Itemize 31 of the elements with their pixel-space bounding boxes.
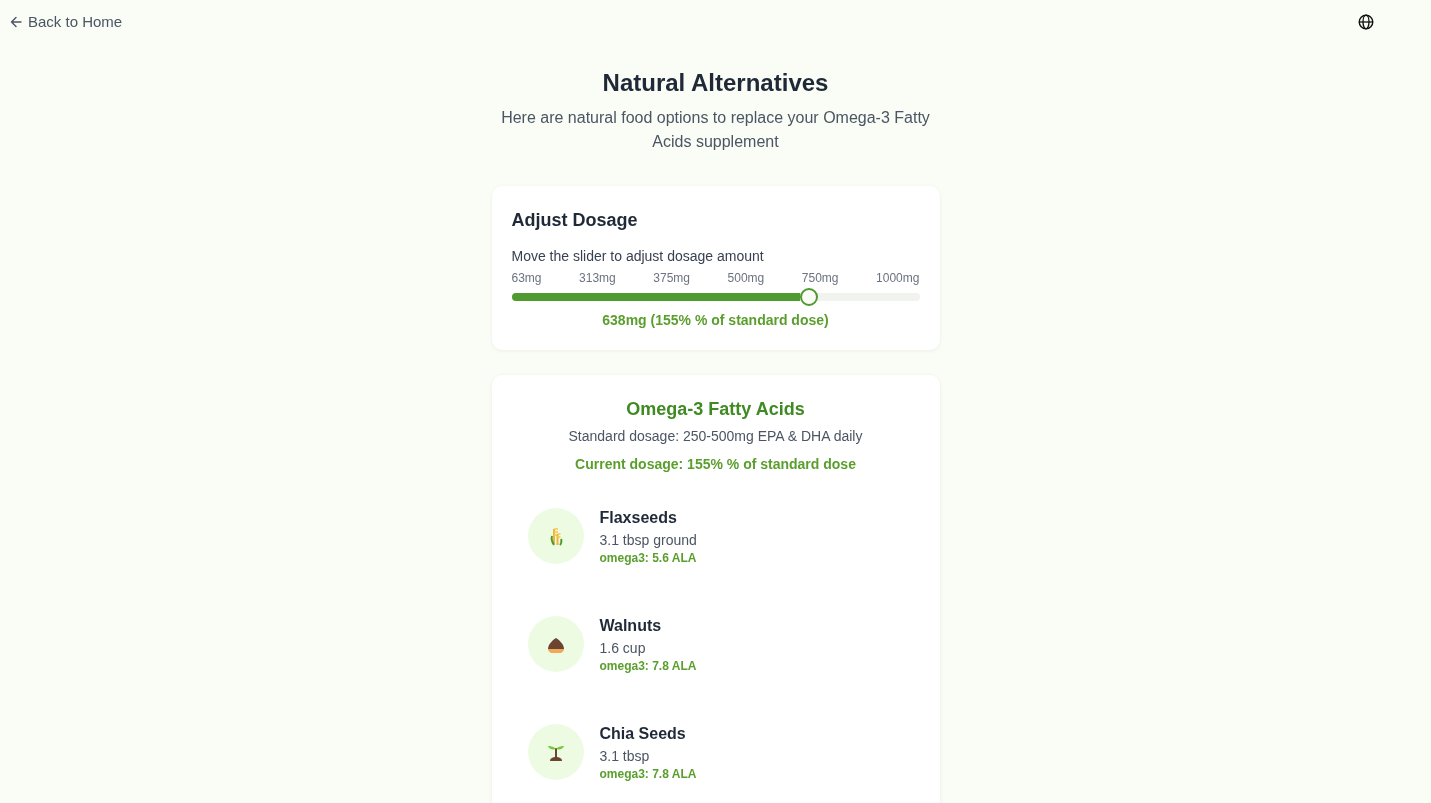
food-amount: 1.6 cup — [599, 639, 647, 658]
nutrient-content: omega3: 7.8 ALA — [599, 658, 697, 674]
tick-label: 750mg — [801, 270, 839, 286]
chestnut-icon — [527, 616, 584, 672]
tick-label: 500mg — [727, 270, 765, 286]
grain-icon — [527, 508, 584, 564]
tick-label: 63mg — [511, 270, 542, 286]
arrow-left-icon — [10, 16, 22, 28]
food-name: Walnuts — [599, 616, 663, 636]
tick-label: 1000mg — [876, 270, 920, 286]
food-amount: 3.1 tbsp ground — [599, 531, 697, 550]
page-subtitle: Here are natural food options to replace your Omega-3 Fatty Acids supplement — [500, 108, 931, 152]
nutrient-content: omega3: 7.8 ALA — [599, 766, 697, 782]
tick-label: 313mg — [579, 270, 616, 286]
nutrient-content: omega3: 5.6 ALA — [599, 550, 697, 566]
standard-dosage: Standard dosage: 250-500mg EPA & DHA daily — [568, 427, 863, 446]
tick-label: 375mg — [653, 270, 691, 286]
dosage-reading: 638mg (155% % of standard dose) — [601, 311, 830, 330]
slider-hint: Move the slider to adjust dosage amount — [511, 247, 765, 266]
slider-thumb[interactable] — [800, 288, 819, 306]
language-button[interactable] — [1358, 14, 1374, 30]
nutrient-title: Omega-3 Fatty Acids — [626, 398, 805, 421]
seedling-icon — [527, 724, 584, 780]
globe-icon — [1358, 14, 1374, 30]
food-name: Chia Seeds — [599, 724, 687, 744]
food-name: Flaxseeds — [599, 508, 678, 528]
page-title: Natural Alternatives — [602, 68, 829, 98]
current-dosage: Current dosage: 155% % of standard dose — [575, 455, 856, 474]
card-title: Adjust Dosage — [511, 209, 639, 232]
food-amount: 3.1 tbsp — [599, 747, 651, 766]
back-link[interactable]: Back to Home — [10, 12, 123, 32]
